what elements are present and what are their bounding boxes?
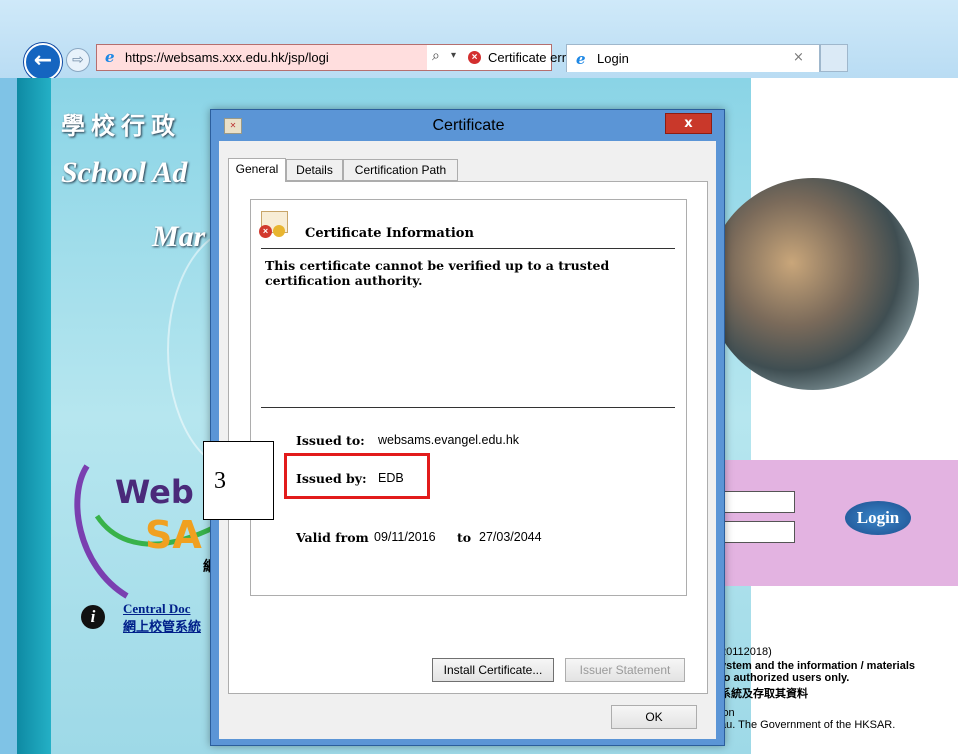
footer-line: to authorized users only.: [720, 672, 850, 684]
ie-page-icon: e: [105, 48, 115, 66]
error-icon[interactable]: ×: [468, 51, 481, 64]
certificate-info-title: Certificate Information: [305, 226, 474, 241]
new-tab-button[interactable]: [820, 44, 848, 72]
tab-details[interactable]: Details: [286, 159, 343, 181]
footer-line: 20112018): [720, 646, 772, 658]
certificate-error-button[interactable]: Certificate error: [488, 50, 578, 65]
issued-by-label: Issued by:: [296, 471, 367, 486]
chevron-down-icon[interactable]: ▾: [451, 50, 456, 61]
close-button[interactable]: x: [665, 113, 712, 134]
login-button[interactable]: Login: [845, 501, 911, 535]
tab-certification-path[interactable]: Certification Path: [343, 159, 458, 181]
valid-from-value: 09/11/2016: [374, 530, 436, 544]
certificate-warning: This certificate cannot be verified up t…: [265, 258, 610, 288]
tab-general[interactable]: General: [228, 158, 286, 182]
page-title-chinese: 學校行政: [61, 111, 181, 140]
certificate-dialog: ✕ Certificate x General Details Certific…: [210, 109, 725, 746]
footer-line: 系統及存取其資料: [720, 688, 808, 700]
certificate-info-frame: × Certificate Information This certifica…: [250, 199, 687, 596]
dialog-title: Certificate: [432, 117, 505, 134]
page-title-english: School Ad: [61, 156, 188, 189]
tab-title: Login: [597, 51, 629, 66]
page-title-english-line2: Mar: [152, 220, 206, 253]
divider: [261, 248, 675, 249]
valid-from-label: Valid from: [296, 530, 369, 545]
issued-by-value: EDB: [378, 471, 404, 485]
error-icon: ×: [259, 225, 272, 238]
students-photo: [707, 178, 919, 390]
footer-line: au. The Government of the HKSAR.: [720, 719, 896, 731]
dialog-body: General Details Certification Path × Cer…: [219, 141, 716, 739]
ie-tab-icon: e: [576, 50, 586, 68]
seal-icon: [273, 225, 285, 237]
valid-to-value: 27/03/2044: [479, 530, 542, 544]
issuer-statement-button[interactable]: Issuer Statement: [565, 658, 685, 682]
step-callout: 3: [203, 441, 274, 520]
back-button[interactable]: ←: [24, 43, 62, 81]
general-tab-panel: × Certificate Information This certifica…: [228, 181, 708, 694]
step-number: 3: [214, 468, 226, 494]
close-tab-icon[interactable]: ×: [793, 50, 804, 65]
install-certificate-button[interactable]: Install Certificate...: [432, 658, 554, 682]
footer-line: ystem and the information / materials: [720, 660, 915, 672]
browser-toolbar: ← ⇨ e https://websams.xxx.edu.hk/jsp/log…: [0, 0, 958, 81]
valid-to-label: to: [457, 530, 472, 545]
address-bar[interactable]: e https://websams.xxx.edu.hk/jsp/logi ⌕ …: [96, 44, 631, 71]
divider: [261, 407, 675, 408]
ok-button[interactable]: OK: [611, 705, 697, 729]
browser-tab-login[interactable]: e Login ×: [566, 44, 820, 72]
info-icon: i: [81, 605, 105, 629]
websams-logo-web: Web: [115, 473, 194, 511]
search-icon[interactable]: ⌕: [432, 48, 440, 64]
forward-button[interactable]: ⇨: [66, 48, 90, 72]
issued-to-label: Issued to:: [296, 433, 365, 448]
url-text[interactable]: https://websams.xxx.edu.hk/jsp/logi: [125, 50, 329, 65]
address-url-zone[interactable]: e https://websams.xxx.edu.hk/jsp/logi: [97, 45, 427, 70]
websams-logo-sa: SA: [145, 513, 202, 557]
central-documentation-link[interactable]: Central Doc: [123, 601, 191, 617]
central-documentation-link-chinese[interactable]: 網上校管系統: [123, 616, 201, 635]
issued-to-value: websams.evangel.edu.hk: [378, 433, 520, 447]
page-left-strip: [17, 78, 51, 754]
